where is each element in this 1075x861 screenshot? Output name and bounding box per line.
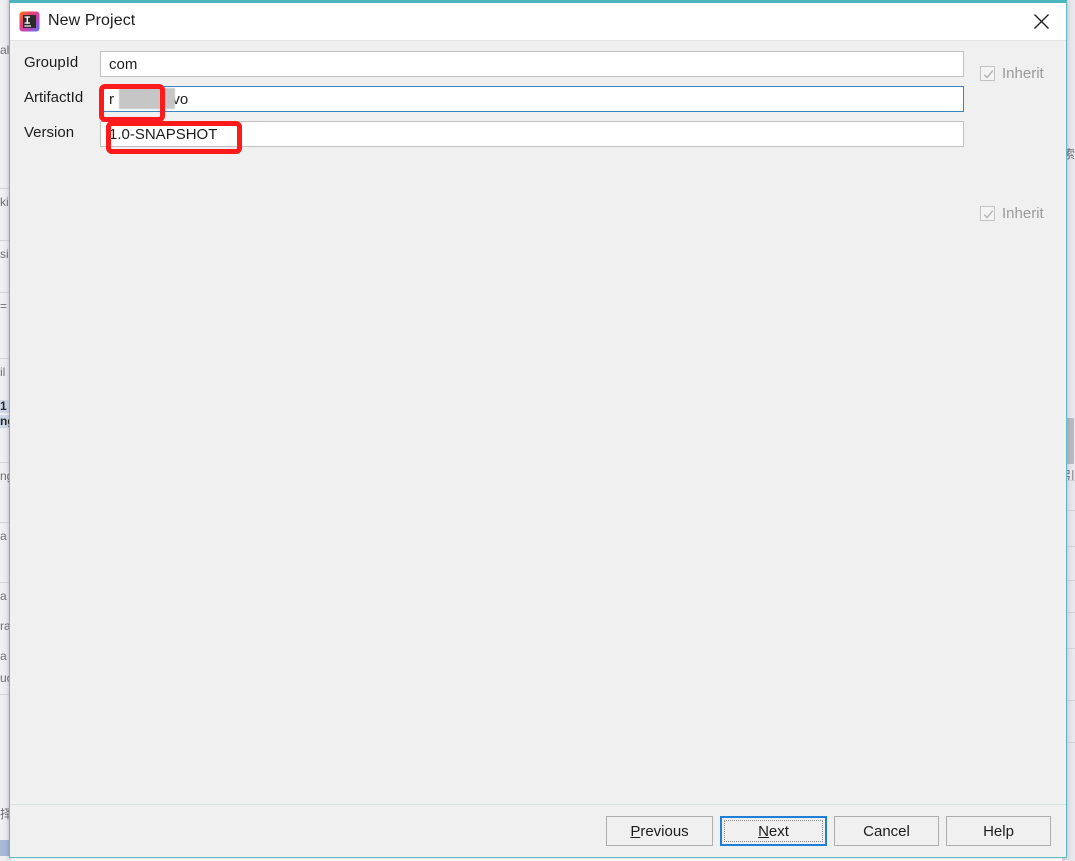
cancel-button[interactable]: Cancel (834, 816, 939, 846)
next-button-mnemonic: N (758, 822, 769, 840)
version-inherit-checkbox[interactable] (980, 206, 995, 221)
version-inherit-group[interactable]: Inherit (980, 205, 1044, 222)
artifactid-input[interactable] (100, 86, 964, 112)
groupid-inherit-group[interactable]: Inherit (980, 65, 1044, 82)
dialog-titlebar: New Project (10, 3, 1066, 41)
cancel-button-label: Cancel (863, 822, 910, 840)
next-button-label: ext (768, 822, 789, 840)
intellij-idea-icon (19, 11, 40, 32)
previous-button-label: revious (640, 822, 689, 840)
help-button[interactable]: Help (946, 816, 1051, 846)
artifactid-label: ArtifactId (24, 89, 84, 106)
version-input[interactable] (100, 121, 964, 147)
version-inherit-label: Inherit (1002, 205, 1044, 222)
project-coordinates-form: GroupId Inherit ArtifactId Vers (10, 41, 1066, 857)
form-row-version: Version Inherit (10, 121, 1066, 222)
dialog-title: New Project (48, 12, 136, 29)
form-row-artifactid: ArtifactId (10, 86, 1066, 112)
form-row-groupid: GroupId Inherit (10, 51, 1066, 82)
version-label: Version (24, 124, 75, 141)
new-project-dialog: New Project GroupId com Inherit Artifact… (9, 0, 1067, 858)
next-button[interactable]: Next (720, 816, 827, 846)
close-icon[interactable] (1018, 3, 1064, 39)
groupid-input[interactable] (100, 51, 964, 77)
groupid-label: GroupId (24, 54, 79, 71)
dialog-button-bar: Previous Next Cancel Help (10, 804, 1066, 857)
groupid-inherit-label: Inherit (1002, 65, 1044, 82)
screen: al ki si = il 1 ng ng a a ra a uc 择 索 引 (0, 0, 1075, 861)
help-button-label: Help (983, 822, 1014, 840)
previous-button[interactable]: Previous (606, 816, 713, 846)
groupid-inherit-checkbox[interactable] (980, 66, 995, 81)
previous-button-mnemonic: P (630, 822, 641, 840)
